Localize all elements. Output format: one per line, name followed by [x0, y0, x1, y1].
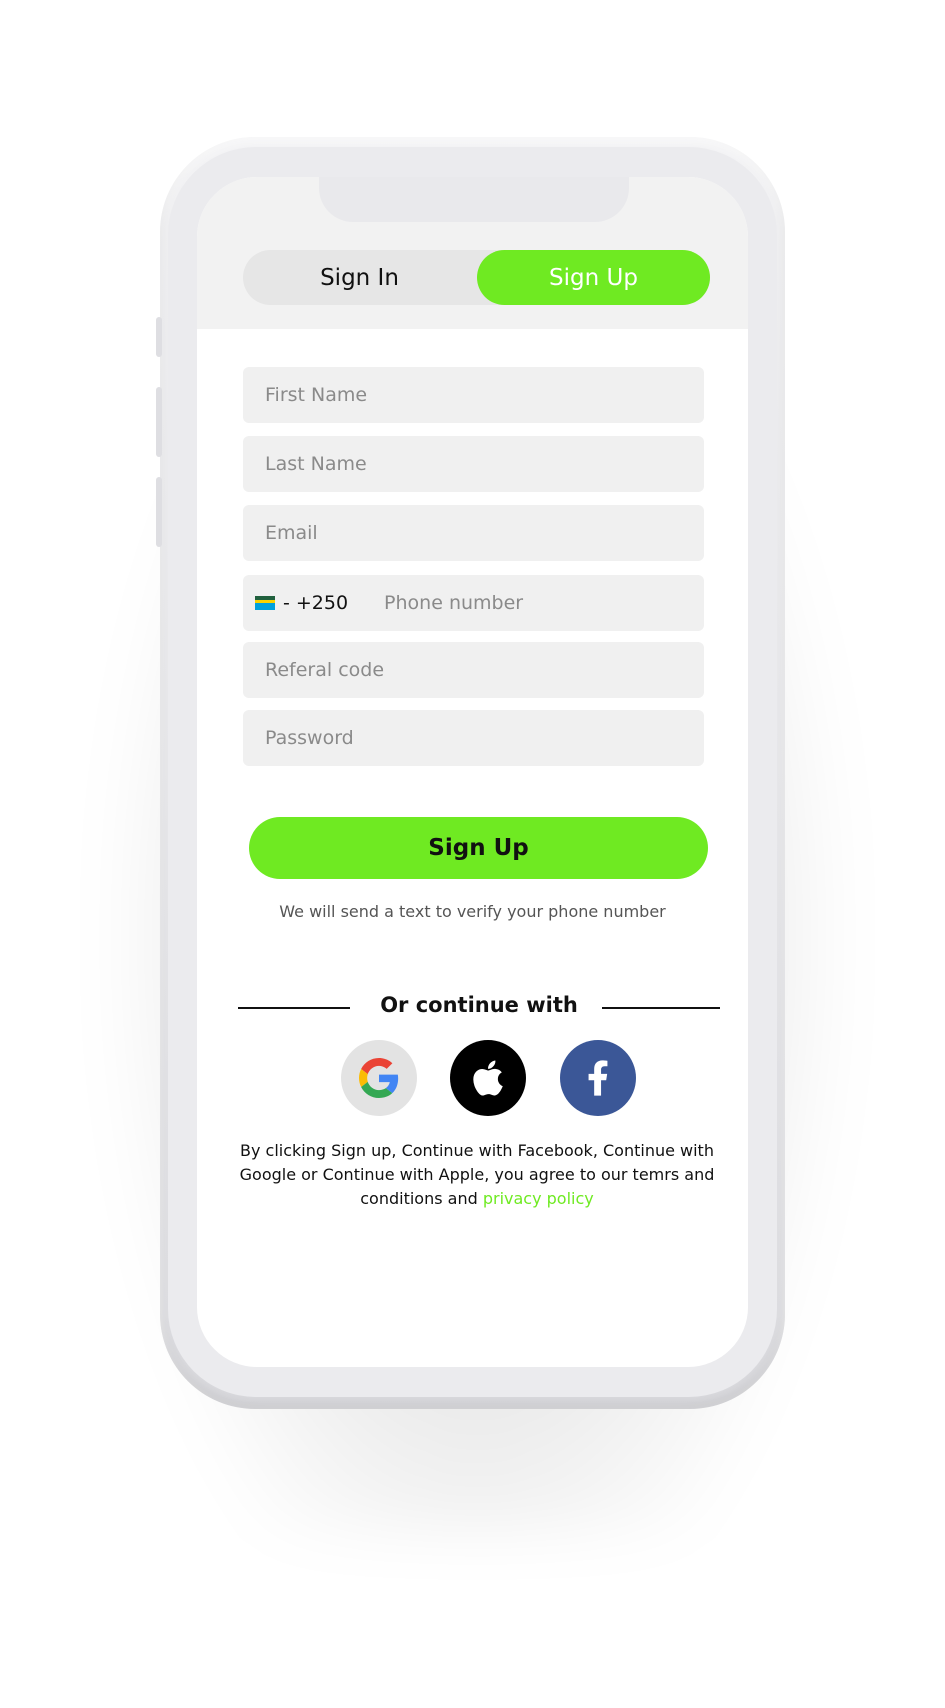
legal-text: By clicking Sign up, Continue with Faceb… — [239, 1141, 715, 1208]
email-field — [243, 505, 704, 561]
facebook-icon — [588, 1060, 608, 1096]
referral-code-input[interactable] — [265, 659, 704, 681]
verification-hint: We will send a text to verify your phone… — [279, 902, 666, 921]
apple-login-button[interactable] — [450, 1040, 526, 1116]
privacy-policy-link[interactable]: privacy policy — [483, 1189, 594, 1208]
referral-code-field — [243, 642, 704, 698]
tab-sign-in[interactable]: Sign In — [243, 250, 476, 305]
stage: Sign In Sign Up - +250 — [0, 0, 945, 1708]
rwanda-flag-icon[interactable] — [255, 596, 275, 610]
apple-icon — [473, 1060, 503, 1096]
sign-up-button[interactable]: Sign Up — [249, 817, 708, 879]
auth-tab-switch: Sign In Sign Up — [243, 250, 710, 305]
divider-line-right — [602, 1007, 720, 1009]
google-icon — [359, 1058, 399, 1098]
phone-screen: Sign In Sign Up - +250 — [197, 177, 748, 1367]
side-button-mute — [156, 317, 162, 357]
tab-sign-up[interactable]: Sign Up — [477, 250, 710, 305]
password-input[interactable] — [265, 727, 704, 749]
notch — [319, 177, 629, 222]
side-button-volume-up — [156, 387, 162, 457]
password-field — [243, 710, 704, 766]
or-continue-divider: Or continue with — [238, 993, 720, 1023]
divider-label: Or continue with — [380, 993, 578, 1017]
last-name-input[interactable] — [265, 453, 704, 475]
google-login-button[interactable] — [341, 1040, 417, 1116]
email-input[interactable] — [265, 522, 704, 544]
phone-field: - +250 — [243, 575, 704, 631]
legal-notice: By clicking Sign up, Continue with Faceb… — [237, 1139, 717, 1211]
country-code[interactable]: - +250 — [283, 592, 348, 614]
facebook-login-button[interactable] — [560, 1040, 636, 1116]
first-name-input[interactable] — [265, 384, 704, 406]
phone-frame: Sign In Sign Up - +250 — [156, 137, 785, 1409]
last-name-field — [243, 436, 704, 492]
side-button-volume-down — [156, 477, 162, 547]
first-name-field — [243, 367, 704, 423]
phone-number-input[interactable] — [384, 592, 704, 614]
